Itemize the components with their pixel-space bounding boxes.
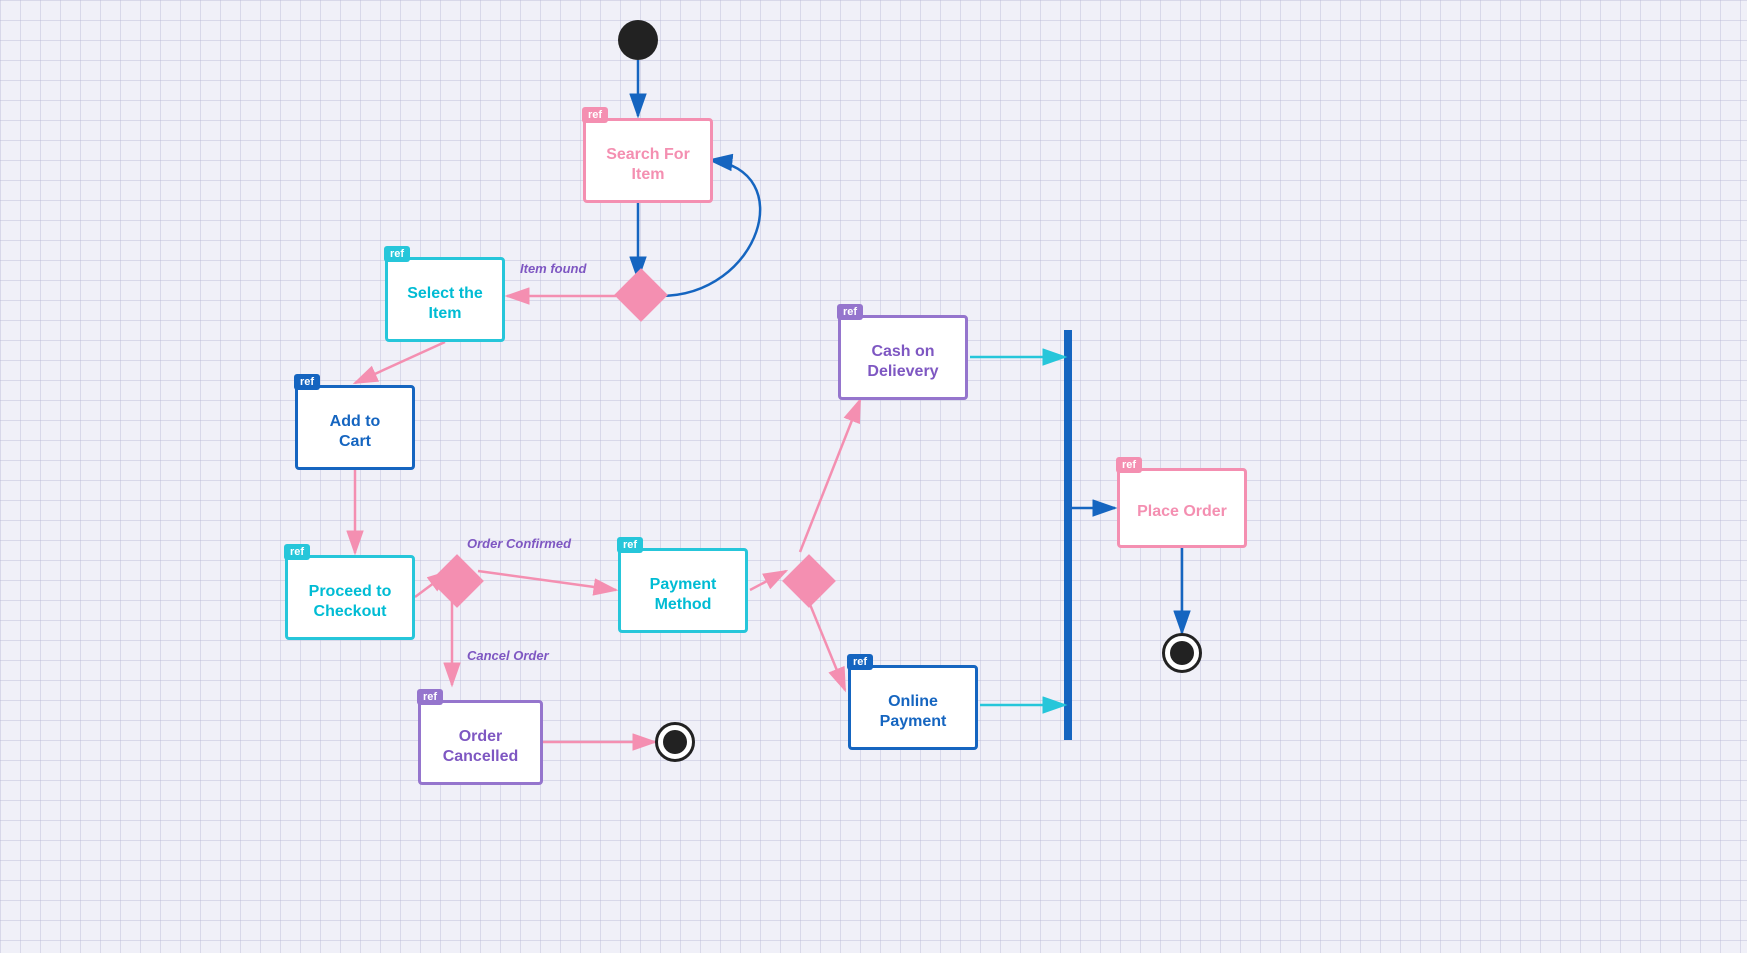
search-for-item-label: Search For Item [600, 145, 696, 183]
payment-method-node: ref Payment Method [618, 548, 748, 633]
cash-delivery-ref-tag: ref [837, 304, 863, 320]
place-order-node: ref Place Order [1117, 468, 1247, 548]
order-confirmed-label: Order Confirmed [467, 536, 571, 551]
proceed-checkout-node: ref Proceed to Checkout [285, 555, 415, 640]
end-inner-2 [1170, 641, 1194, 665]
proceed-ref-tag: ref [284, 544, 310, 560]
payment-method-ref-tag: ref [617, 537, 643, 553]
order-cancelled-node: ref Order Cancelled [418, 700, 543, 785]
item-found-label: Item found [520, 261, 586, 276]
select-item-node: ref Select the Item [385, 257, 505, 342]
order-cancelled-ref-tag: ref [417, 689, 443, 705]
online-payment-node: ref Online Payment [848, 665, 978, 750]
end-inner-1 [663, 730, 687, 754]
search-ref-tag: ref [582, 107, 608, 123]
checkout-decision-diamond [430, 554, 484, 608]
cash-delivery-node: ref Cash on Delievery [838, 315, 968, 400]
order-cancelled-label: Order Cancelled [435, 727, 526, 765]
add-to-cart-label: Add to Cart [312, 412, 398, 450]
add-to-cart-node: ref Add to Cart [295, 385, 415, 470]
payment-decision-diamond [782, 554, 836, 608]
online-payment-ref-tag: ref [847, 654, 873, 670]
cancel-order-label: Cancel Order [467, 648, 549, 663]
online-payment-label: Online Payment [865, 692, 961, 730]
search-for-item-node: ref Search For Item [583, 118, 713, 203]
end-node-1 [655, 722, 695, 762]
payment-method-label: Payment Method [635, 575, 731, 613]
place-order-ref-tag: ref [1116, 457, 1142, 473]
cash-delivery-label: Cash on Delievery [855, 342, 951, 380]
end-node-2 [1162, 633, 1202, 673]
place-order-label: Place Order [1134, 502, 1230, 521]
item-found-diamond [614, 268, 668, 322]
select-ref-tag: ref [384, 246, 410, 262]
select-item-label: Select the Item [402, 284, 488, 322]
proceed-checkout-label: Proceed to Checkout [302, 582, 398, 620]
start-node [618, 20, 658, 60]
add-cart-ref-tag: ref [294, 374, 320, 390]
